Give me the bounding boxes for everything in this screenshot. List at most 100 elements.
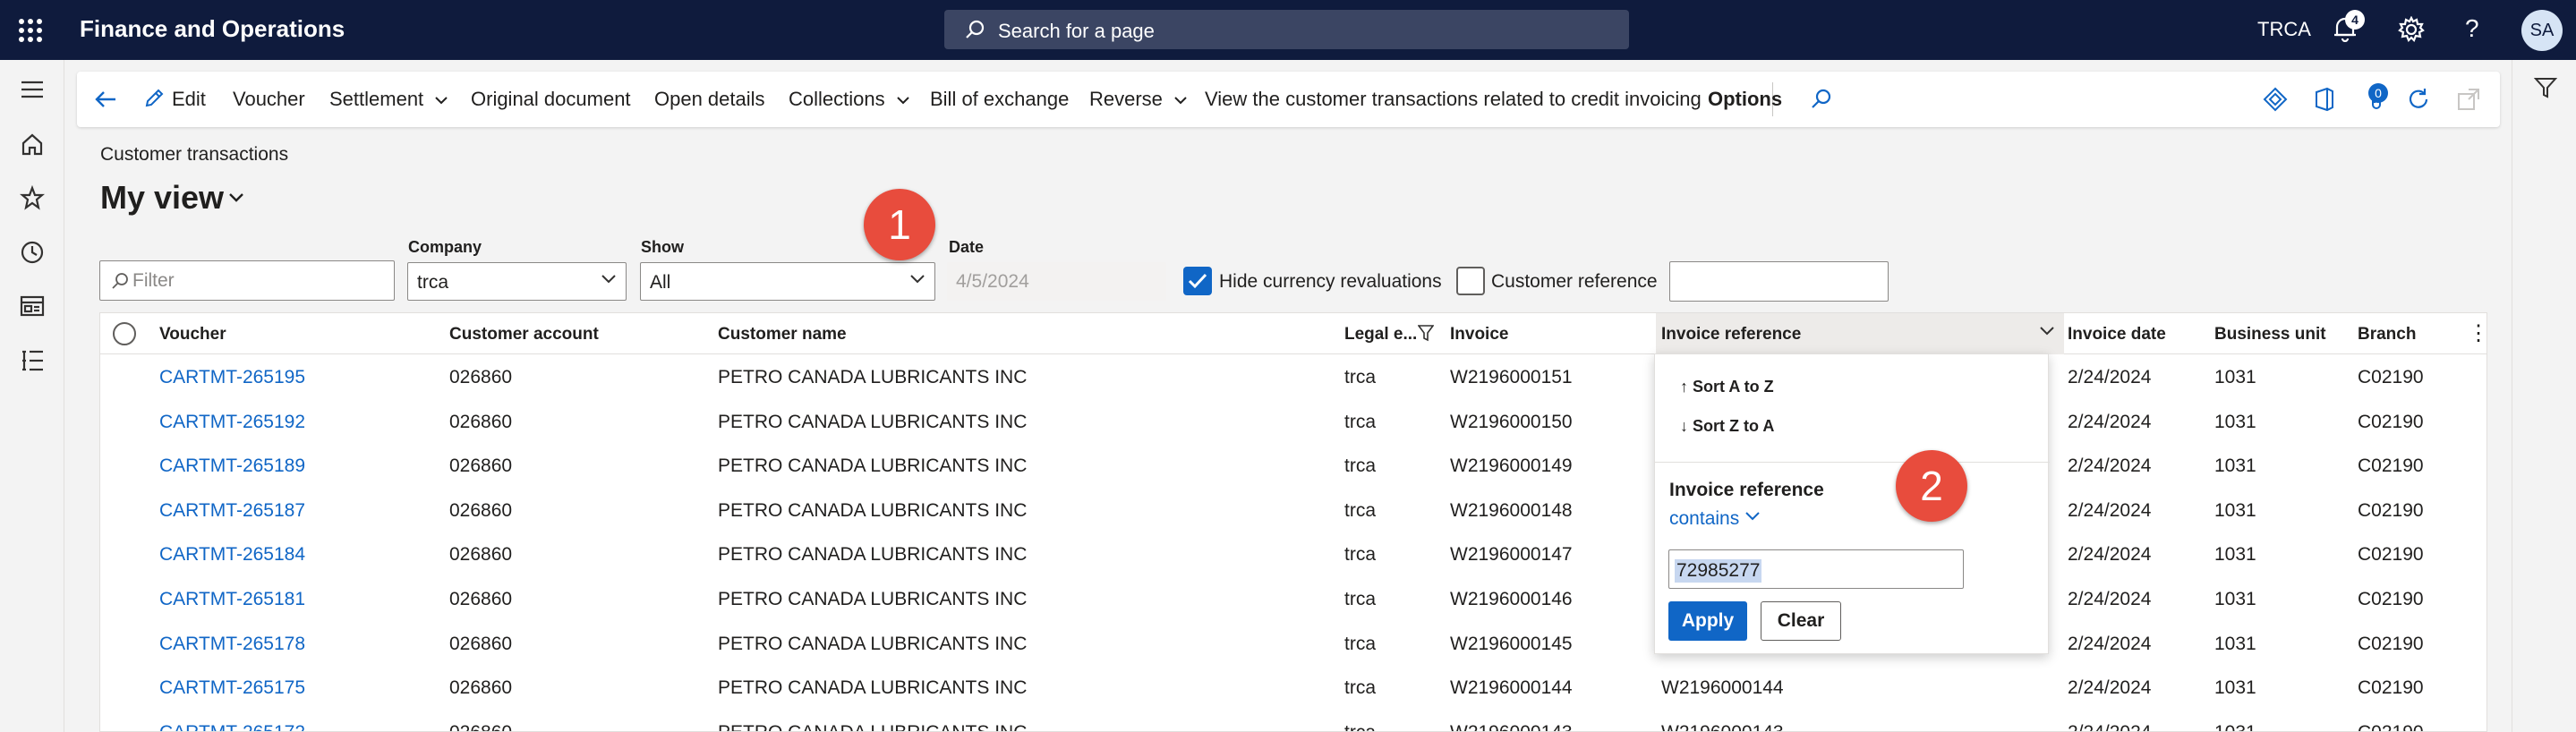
apply-button[interactable]: Apply	[1668, 601, 1747, 641]
back-arrow-icon[interactable]	[93, 87, 118, 112]
table-row[interactable]: CARTMT-265175 026860 PETRO CANADA LUBRICAN…	[100, 665, 2486, 710]
cell-invoice-date: 2/24/2024	[2068, 677, 2152, 699]
home-icon[interactable]	[20, 132, 45, 157]
header-branch[interactable]: Branch	[2358, 325, 2416, 345]
options-tab[interactable]: Options	[1708, 88, 1782, 111]
view-selector[interactable]: My view	[100, 179, 224, 217]
view-credit-invoicing-button[interactable]: View the customer transactions related t…	[1205, 88, 1702, 111]
cell-customer-account: 026860	[449, 411, 513, 432]
workspaces-icon[interactable]	[20, 294, 45, 318]
settings-gear-icon[interactable]	[2398, 16, 2425, 43]
grid-header-row: Voucher Customer account Customer name L…	[100, 313, 2486, 354]
table-row[interactable]: CARTMT-265189 026860 PETRO CANADA LUBRICAN…	[100, 443, 2486, 488]
favorites-star-icon[interactable]	[20, 185, 45, 210]
notification-count-badge: 4	[2345, 10, 2365, 30]
grid-filter-input[interactable]	[99, 260, 395, 301]
action-pane: Edit Voucher Settlement Original documen…	[77, 72, 2500, 127]
original-document-button[interactable]: Original document	[471, 88, 631, 111]
table-row[interactable]: CARTMT-265181 026860 PETRO CANADA LUBRICAN…	[100, 576, 2486, 621]
sort-a-to-z-option[interactable]: ↑ Sort A to Z	[1680, 378, 1774, 396]
open-new-window-icon[interactable]	[2456, 87, 2481, 112]
cell-customer-account: 026860	[449, 677, 513, 699]
table-row[interactable]: CARTMT-265178 026860 PETRO CANADA LUBRICAN…	[100, 621, 2486, 666]
cell-voucher[interactable]: CARTMT-265178	[159, 634, 305, 655]
table-row[interactable]: CARTMT-265187 026860 PETRO CANADA LUBRICAN…	[100, 488, 2486, 532]
cell-customer-account: 026860	[449, 722, 512, 731]
cell-legal-entity: trca	[1344, 633, 1377, 654]
select-all-checkbox[interactable]	[113, 322, 136, 345]
filter-operator-selector[interactable]: contains	[1669, 508, 1739, 530]
step-marker-1: 1	[864, 189, 935, 260]
clear-button[interactable]: Clear	[1761, 601, 1841, 641]
action-search-icon[interactable]	[1810, 87, 1833, 110]
header-voucher[interactable]: Voucher	[159, 325, 226, 345]
power-apps-icon[interactable]	[2263, 87, 2288, 112]
cell-voucher[interactable]: CARTMT-265187	[159, 500, 305, 522]
cell-voucher[interactable]: CARTMT-265172	[159, 722, 305, 731]
company-select[interactable]: trca	[407, 262, 627, 301]
cell-customer-name: PETRO CANADA LUBRICANTS INC	[718, 589, 1028, 609]
page-search-box[interactable]: Search for a page	[944, 10, 1629, 49]
customer-reference-checkbox[interactable]	[1456, 267, 1485, 295]
header-invoice-reference[interactable]: Invoice reference	[1656, 313, 2064, 354]
show-select[interactable]: All	[640, 262, 935, 301]
cell-voucher[interactable]: CARTMT-265181	[159, 589, 305, 610]
cell-voucher[interactable]: CARTMT-265192	[159, 412, 305, 433]
cell-business-unit: 1031	[2214, 499, 2256, 521]
cell-customer-account: 026860	[449, 589, 513, 609]
header-invoice-date[interactable]: Invoice date	[2068, 325, 2166, 345]
settlement-menu[interactable]: Settlement	[329, 88, 448, 111]
cell-voucher[interactable]: CARTMT-265189	[159, 455, 305, 477]
table-row[interactable]: CARTMT-265192 026860 PETRO CANADA LUBRICAN…	[100, 399, 2486, 444]
filter-text-input[interactable]	[132, 268, 383, 294]
company-label: Company	[408, 238, 482, 256]
sort-z-to-a-label: Sort Z to A	[1693, 417, 1775, 435]
header-business-unit[interactable]: Business unit	[2214, 325, 2326, 345]
cell-legal-entity: trca	[1344, 677, 1377, 699]
user-avatar[interactable]: SA	[2521, 10, 2563, 51]
search-placeholder: Search for a page	[998, 20, 1155, 42]
company-picker[interactable]: TRCA	[2257, 18, 2311, 41]
table-row[interactable]: CARTMT-265195 026860 PETRO CANADA LUBRICAN…	[100, 354, 2486, 399]
arrow-up-icon: ↑	[1680, 378, 1693, 396]
header-legal-entity[interactable]: Legal e...	[1344, 325, 1417, 345]
modules-list-icon[interactable]	[20, 349, 45, 372]
cell-customer-name: PETRO CANADA LUBRICANTS INC	[718, 633, 1028, 654]
reverse-menu[interactable]: Reverse	[1089, 88, 1188, 111]
bill-of-exchange-button[interactable]: Bill of exchange	[930, 88, 1069, 111]
sort-z-to-a-option[interactable]: ↓ Sort Z to A	[1680, 417, 1774, 436]
app-launcher-icon[interactable]	[18, 18, 43, 43]
right-rail	[2512, 60, 2576, 732]
cell-voucher[interactable]: CARTMT-265175	[159, 677, 305, 699]
recent-clock-icon[interactable]	[20, 240, 45, 265]
cell-customer-account: 026860	[449, 544, 513, 566]
date-value: 4/5/2024	[956, 271, 1029, 292]
edit-button[interactable]: Edit	[172, 88, 206, 111]
open-details-button[interactable]: Open details	[654, 88, 765, 111]
cell-invoice: W2196000149	[1450, 455, 1573, 477]
cell-legal-entity: trca	[1344, 411, 1377, 432]
header-customer-name[interactable]: Customer name	[718, 325, 847, 345]
hamburger-menu-icon[interactable]	[20, 80, 45, 99]
help-icon[interactable]: ?	[2465, 14, 2479, 43]
filter-pane-icon[interactable]	[2534, 76, 2557, 99]
collections-menu[interactable]: Collections	[789, 88, 910, 111]
header-customer-account[interactable]: Customer account	[449, 325, 599, 345]
chevron-down-icon[interactable]	[227, 192, 245, 203]
table-row[interactable]: CARTMT-265184 026860 PETRO CANADA LUBRICAN…	[100, 532, 2486, 576]
table-row[interactable]: CARTMT-265172 026860 PETRO CANADA LUBRICAN…	[100, 710, 2486, 731]
voucher-button[interactable]: Voucher	[233, 88, 305, 111]
chevron-down-icon	[1174, 97, 1187, 105]
refresh-icon[interactable]	[2406, 87, 2431, 112]
cell-voucher[interactable]: CARTMT-265184	[159, 544, 305, 566]
cell-invoice-date: 2/24/2024	[2068, 722, 2151, 731]
hide-currency-revaluations-checkbox[interactable]	[1183, 267, 1212, 295]
office-icon[interactable]	[2313, 87, 2336, 112]
cell-voucher[interactable]: CARTMT-265195	[159, 367, 305, 388]
header-invoice[interactable]: Invoice	[1450, 325, 1508, 345]
chevron-down-icon	[435, 97, 448, 105]
customer-reference-input[interactable]	[1669, 261, 1889, 302]
filter-value-input[interactable]: 72985277	[1668, 549, 1964, 589]
more-options-icon[interactable]: ⋮	[2468, 320, 2486, 346]
chevron-down-icon[interactable]	[1744, 511, 1761, 522]
